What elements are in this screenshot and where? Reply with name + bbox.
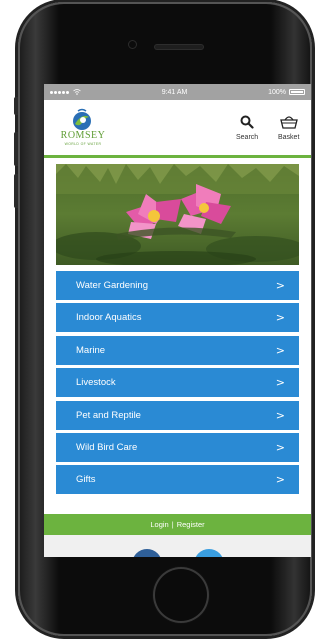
volume-down-button	[14, 174, 18, 208]
menu-item-water-gardening[interactable]: Water Gardening >	[56, 271, 299, 300]
basket-button[interactable]: Basket	[278, 115, 299, 141]
menu-item-label: Livestock	[76, 377, 116, 389]
chevron-right-icon: >	[275, 376, 285, 390]
home-button[interactable]	[155, 569, 207, 621]
bottom-content-peek	[44, 535, 311, 557]
menu-item-pet-and-reptile[interactable]: Pet and Reptile >	[56, 400, 299, 430]
status-left	[50, 89, 81, 96]
social-circle-icon[interactable]	[194, 549, 224, 557]
search-label: Search	[236, 134, 259, 141]
status-time: 9:41 AM	[161, 88, 188, 96]
earpiece-speaker	[155, 45, 203, 49]
basket-icon	[279, 116, 298, 129]
basket-label: Basket	[278, 134, 300, 141]
logo-mark-icon	[73, 108, 91, 130]
silent-switch	[14, 97, 18, 115]
battery-percent: 100%	[268, 88, 286, 96]
menu-item-indoor-aquatics[interactable]: Indoor Aquatics >	[56, 303, 299, 333]
hero-banner-image[interactable]	[56, 164, 299, 265]
search-button[interactable]: Search	[236, 115, 258, 141]
status-bar: 9:41 AM 100%	[44, 84, 311, 100]
register-link[interactable]: Register	[177, 520, 205, 529]
phone-screen: 9:41 AM 100% ROMSEY WORLD OF WATER Searc…	[44, 84, 311, 557]
menu-item-label: Wild Bird Care	[76, 441, 138, 453]
menu-item-gifts[interactable]: Gifts >	[56, 465, 299, 495]
menu-item-label: Marine	[76, 344, 106, 356]
wifi-icon	[73, 89, 81, 95]
menu-item-wild-bird-care[interactable]: Wild Bird Care >	[56, 432, 299, 462]
chevron-right-icon: >	[275, 408, 285, 422]
category-menu: Water Gardening > Indoor Aquatics > Marine…	[56, 271, 299, 495]
chevron-right-icon: >	[275, 473, 285, 487]
auth-separator: |	[171, 520, 174, 529]
menu-item-label: Indoor Aquatics	[76, 312, 142, 324]
app-header: ROMSEY WORLD OF WATER Search Basket	[44, 100, 311, 158]
logo-name: ROMSEY	[60, 130, 106, 141]
menu-item-label: Gifts	[76, 474, 96, 486]
volume-up-button	[14, 132, 18, 166]
social-circle-icon[interactable]	[132, 549, 162, 557]
chevron-right-icon: >	[275, 311, 285, 325]
battery-icon	[289, 89, 305, 95]
chevron-right-icon: >	[275, 343, 285, 357]
auth-bar: Login | Register	[44, 514, 311, 535]
front-camera	[129, 41, 136, 48]
menu-item-label: Water Gardening	[76, 280, 148, 291]
login-link[interactable]: Login	[150, 520, 168, 529]
chevron-right-icon: >	[275, 440, 285, 454]
menu-item-livestock[interactable]: Livestock >	[56, 368, 299, 398]
signal-icon	[50, 89, 70, 96]
chevron-right-icon: >	[275, 279, 285, 292]
water-lily-photo	[56, 164, 299, 265]
menu-item-marine[interactable]: Marine >	[56, 335, 299, 365]
menu-item-label: Pet and Reptile	[76, 409, 141, 421]
status-right: 100%	[268, 89, 305, 96]
logo-tagline: WORLD OF WATER	[64, 142, 102, 146]
search-icon	[240, 115, 254, 129]
romsey-logo[interactable]: ROMSEY WORLD OF WATER	[54, 108, 118, 150]
